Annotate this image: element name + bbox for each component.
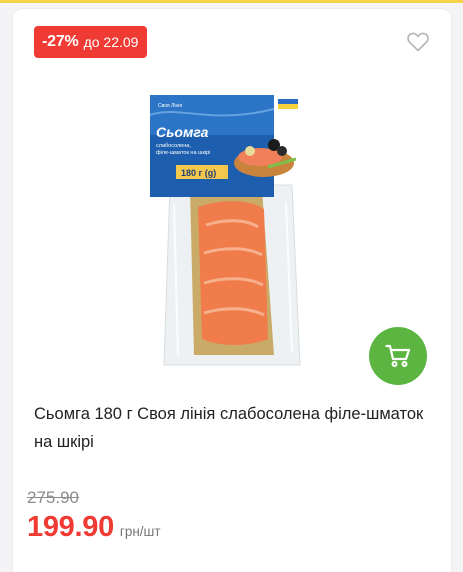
current-price: 199.90 [27, 511, 114, 543]
price-row: 199.90 грн/шт [27, 511, 161, 544]
add-to-cart-button[interactable] [369, 327, 427, 385]
svg-text:філе-шматок на шкірі: філе-шматок на шкірі [156, 150, 210, 156]
cart-icon [385, 344, 411, 367]
product-card[interactable]: -27% до 22.09 Своя Лінія Сьомга слабосол… [13, 9, 451, 572]
product-image[interactable]: Своя Лінія Сьомга слабосолена, філе-шмат… [149, 85, 312, 375]
old-price: 275.90 [27, 488, 79, 507]
price-unit: грн/шт [119, 524, 161, 539]
svg-text:Своя Лінія: Своя Лінія [158, 103, 182, 109]
discount-until: до 22.09 [83, 34, 139, 50]
discount-percent: -27% [42, 33, 79, 50]
top-accent-stripe [0, 0, 463, 3]
svg-text:180 г (g): 180 г (g) [181, 168, 216, 178]
heart-icon[interactable] [407, 32, 429, 52]
discount-badge: -27% до 22.09 [34, 26, 148, 58]
svg-text:Сьомга: Сьомга [156, 124, 209, 140]
product-title[interactable]: Сьомга 180 г Своя лінія слабосолена філе… [34, 400, 434, 456]
svg-text:слабосолена,: слабосолена, [156, 143, 191, 149]
